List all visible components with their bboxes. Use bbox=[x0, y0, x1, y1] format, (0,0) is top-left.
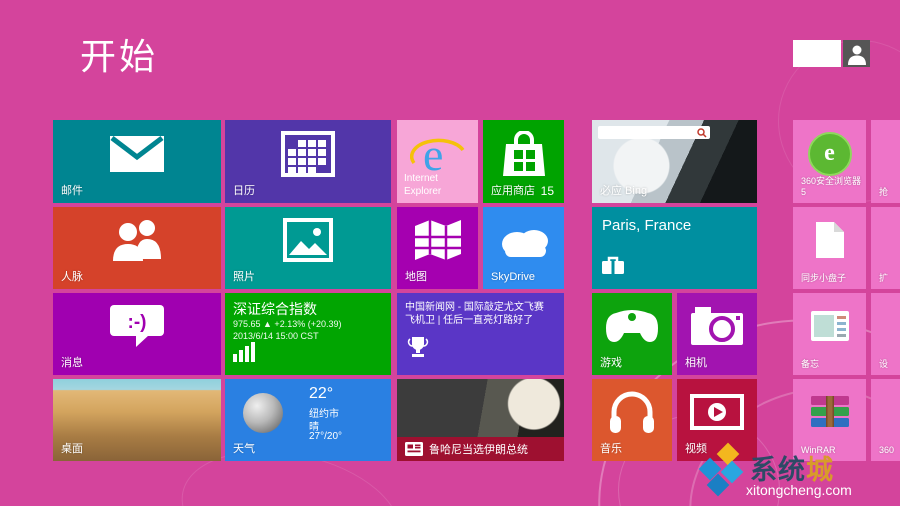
tile-label: 音乐 bbox=[600, 443, 622, 456]
camera-icon bbox=[677, 293, 757, 359]
tile-internet-explorer[interactable]: e Internet Explorer bbox=[397, 120, 478, 203]
tile-label: 日历 bbox=[233, 185, 255, 198]
tile-360-browser[interactable]: e 360安全浏览器5 bbox=[793, 120, 866, 203]
store-icon bbox=[483, 120, 564, 187]
tile-label: 设 bbox=[879, 359, 888, 370]
document-icon bbox=[793, 207, 866, 273]
game-controller-icon bbox=[592, 293, 672, 359]
tile-label: 应用商店 bbox=[491, 185, 535, 198]
people-icon bbox=[53, 207, 221, 273]
tile-bing[interactable]: 必应 Bing bbox=[592, 120, 757, 203]
video-icon bbox=[677, 379, 757, 445]
person-icon bbox=[846, 43, 868, 65]
site-url: xitongcheng.com bbox=[746, 482, 852, 498]
tile-finance[interactable]: 深证综合指数 975.65 ▲ +2.13% (+20.39) 2013/6/1… bbox=[225, 293, 391, 375]
tile-desktop[interactable]: 桌面 bbox=[53, 379, 221, 461]
svg-text:e: e bbox=[423, 130, 443, 178]
tile-label: 人脉 bbox=[61, 271, 83, 284]
tile-music[interactable]: 音乐 bbox=[592, 379, 672, 461]
user-avatar[interactable] bbox=[843, 40, 870, 67]
maps-icon bbox=[397, 207, 478, 273]
site-watermark: 系统城 xitongcheng.com bbox=[694, 446, 894, 502]
tile-label: 邮件 bbox=[61, 185, 83, 198]
tile-label: 扩 bbox=[879, 273, 888, 284]
tile-news[interactable]: 鲁哈尼当选伊朗总统 bbox=[397, 379, 564, 461]
tile-label: 桌面 bbox=[61, 443, 83, 456]
suitcase-icon bbox=[602, 256, 624, 279]
tile-maps[interactable]: 地图 bbox=[397, 207, 478, 289]
tile-label: 天气 bbox=[233, 443, 255, 456]
tile-sync-tool[interactable]: 同步小盘子 bbox=[793, 207, 866, 289]
search-icon bbox=[697, 128, 707, 138]
finance-timestamp: 2013/6/14 15:00 CST bbox=[233, 331, 319, 341]
bar-chart-icon bbox=[233, 342, 257, 367]
svg-text::-): :-) bbox=[128, 312, 147, 333]
news-caption-bar: 鲁哈尼当选伊朗总统 bbox=[397, 437, 564, 461]
travel-destination: Paris, France bbox=[602, 217, 691, 234]
app-window-icon bbox=[793, 293, 866, 359]
tile-skydrive[interactable]: SkyDrive bbox=[483, 207, 564, 289]
tile-label: Internet Explorer bbox=[404, 173, 441, 198]
tile-people[interactable]: 人脉 bbox=[53, 207, 221, 289]
sports-headline: 中国新闻网 - 国际敲定尤文飞赛 飞机卫 | 任后一直亮灯路好了 bbox=[405, 301, 556, 327]
tile-label: 地图 bbox=[405, 271, 427, 284]
tile-label: SkyDrive bbox=[491, 271, 535, 284]
messaging-icon: :-) bbox=[53, 293, 221, 359]
page-title: 开始 bbox=[80, 28, 158, 80]
news-headline: 鲁哈尼当选伊朗总统 bbox=[429, 441, 528, 457]
tile-camera[interactable]: 相机 bbox=[677, 293, 757, 375]
cloud-icon bbox=[483, 207, 564, 273]
tile-store[interactable]: 应用商店 15 bbox=[483, 120, 564, 203]
tile-mail[interactable]: 邮件 bbox=[53, 120, 221, 203]
weather-temp: 22° bbox=[309, 385, 333, 403]
tile-label: 360安全浏览器5 bbox=[801, 176, 866, 198]
start-screen: 开始 邮件 人脉 :-) 消息 桌面 bbox=[0, 0, 900, 506]
tile-label: 必应 Bing bbox=[600, 185, 647, 198]
360-browser-icon: e bbox=[808, 132, 852, 176]
tile-games[interactable]: 游戏 bbox=[592, 293, 672, 375]
tile-calendar[interactable]: 日历 bbox=[225, 120, 391, 203]
tile-travel[interactable]: Paris, France bbox=[592, 207, 757, 289]
user-name-box[interactable] bbox=[793, 40, 841, 67]
trophy-icon bbox=[407, 336, 429, 363]
tile-label: 备忘 bbox=[801, 359, 819, 370]
tile-messaging[interactable]: :-) 消息 bbox=[53, 293, 221, 375]
tile-label: 抢 bbox=[879, 187, 888, 198]
tile-label: 相机 bbox=[685, 357, 707, 370]
logo-diamond-yellow bbox=[717, 443, 740, 466]
tile-partial-1[interactable]: 抢 bbox=[871, 120, 900, 203]
weather-range: 27°/20° bbox=[309, 431, 342, 442]
bing-search-box[interactable] bbox=[598, 126, 710, 139]
finance-index-name: 深证综合指数 bbox=[233, 299, 317, 319]
finance-value: 975.65 ▲ +2.13% (+20.39) bbox=[233, 319, 341, 329]
tile-partial-2[interactable]: 扩 bbox=[871, 207, 900, 289]
tile-weather[interactable]: 22° 纽约市 晴 27°/20° 天气 bbox=[225, 379, 391, 461]
tile-label: 同步小盘子 bbox=[801, 273, 846, 284]
winrar-icon bbox=[793, 379, 866, 445]
calendar-icon bbox=[225, 120, 391, 187]
tile-memo-app[interactable]: 备忘 bbox=[793, 293, 866, 375]
tile-label: 照片 bbox=[233, 271, 255, 284]
headphones-icon bbox=[592, 379, 672, 445]
store-badge-count: 15 bbox=[541, 184, 554, 198]
tile-label: 游戏 bbox=[600, 357, 622, 370]
tile-partial-3[interactable]: 设 bbox=[871, 293, 900, 375]
moon-icon bbox=[243, 393, 283, 433]
tile-sports-news[interactable]: 中国新闻网 - 国际敲定尤文飞赛 飞机卫 | 任后一直亮灯路好了 bbox=[397, 293, 564, 375]
photos-icon bbox=[225, 207, 391, 273]
mail-icon bbox=[53, 120, 221, 187]
tile-label: 消息 bbox=[61, 357, 83, 370]
tile-photos[interactable]: 照片 bbox=[225, 207, 391, 289]
newspaper-icon bbox=[405, 442, 423, 456]
